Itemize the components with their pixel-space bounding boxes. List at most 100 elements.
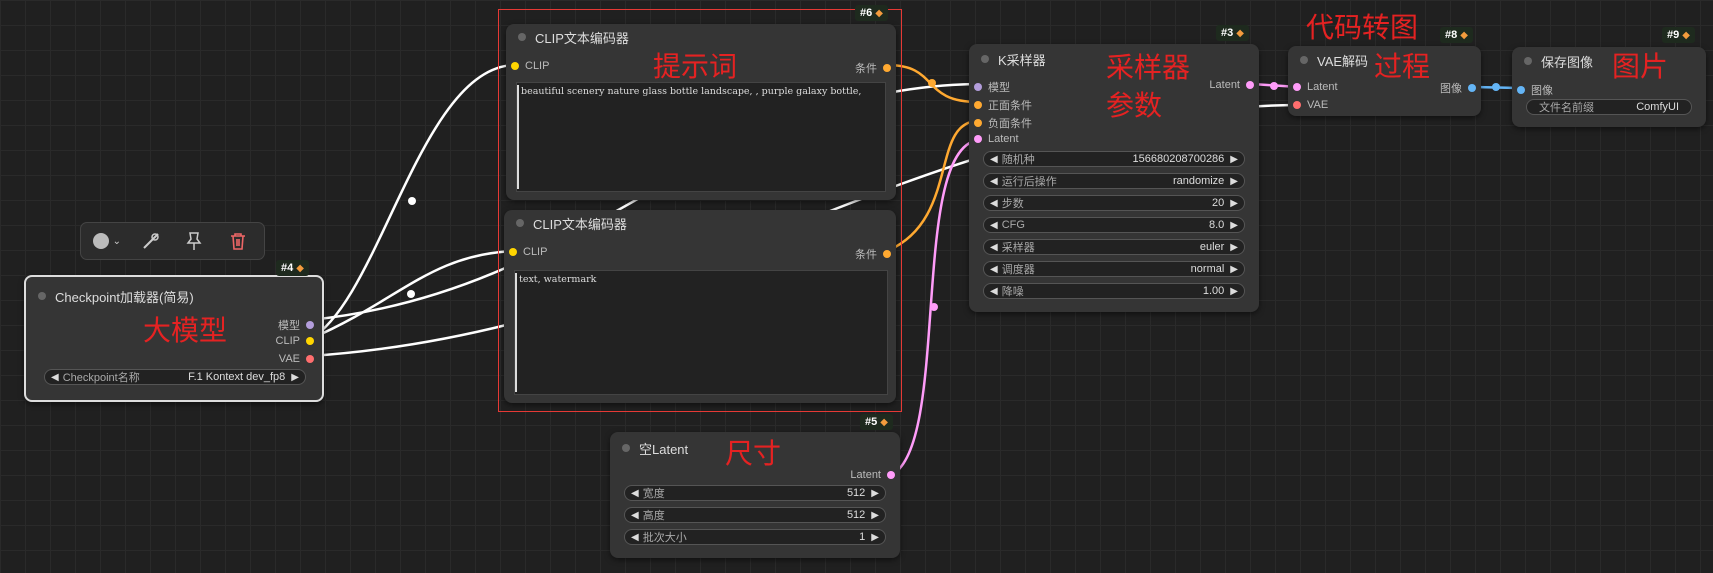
save-image-node[interactable]: 保存图像 图像 文件名前缀 ComfyUI	[1512, 47, 1706, 127]
slot-dot-icon	[887, 471, 895, 479]
arrow-right-icon[interactable]: ▶	[1230, 220, 1238, 231]
annotation-sampler-1: 采样器	[1106, 51, 1191, 84]
arrow-right-icon[interactable]: ▶	[1230, 264, 1238, 275]
delete-button[interactable]	[221, 226, 255, 256]
node-id-badge: #6 ◆	[855, 5, 888, 21]
node-title-bar[interactable]: CLIP文本编码器	[506, 24, 896, 50]
input-slot-clip[interactable]: CLIP	[509, 246, 547, 258]
node-title-bar[interactable]: 保存图像	[1512, 48, 1706, 74]
scheduler-widget[interactable]: ◀ 调度器 normal ▶	[983, 261, 1245, 277]
arrow-left-icon[interactable]: ◀	[990, 154, 998, 165]
input-slot-latent[interactable]: Latent	[974, 133, 1019, 145]
collapse-dot-icon[interactable]	[1300, 56, 1308, 64]
annotation-decode-1: 代码转图	[1306, 11, 1419, 44]
node-title-bar[interactable]: CLIP文本编码器	[504, 210, 896, 236]
input-slot-image[interactable]: 图像	[1517, 82, 1553, 98]
node-title: CLIP文本编码器	[533, 216, 627, 232]
slot-dot-icon	[1293, 83, 1301, 91]
collapse-dot-icon[interactable]	[516, 219, 524, 227]
node-title: VAE解码	[1317, 53, 1369, 69]
arrow-right-icon[interactable]: ▶	[1230, 286, 1238, 297]
ksampler-node[interactable]: K采样器 模型 正面条件 负面条件 Latent Latent ◀ 随机种 15…	[969, 44, 1259, 312]
node-id-badge: #9 ◆	[1662, 27, 1695, 43]
arrow-right-icon[interactable]: ▶	[1230, 242, 1238, 253]
cfg-widget[interactable]: ◀ CFG 8.0 ▶	[983, 217, 1245, 233]
input-slot-vae[interactable]: VAE	[1293, 99, 1328, 111]
input-slot-positive[interactable]: 正面条件	[974, 97, 1032, 113]
output-slot-conditioning[interactable]: 条件	[855, 60, 891, 76]
node-title-bar[interactable]: Checkpoint加载器(简易)	[26, 283, 322, 309]
input-slot-model[interactable]: 模型	[974, 79, 1010, 95]
input-slot-latent[interactable]: Latent	[1293, 81, 1338, 93]
arrow-left-icon[interactable]: ◀	[631, 532, 639, 543]
fox-icon: ◆	[880, 416, 888, 428]
denoise-widget[interactable]: ◀ 降噪 1.00 ▶	[983, 283, 1245, 299]
node-title: CLIP文本编码器	[535, 30, 629, 46]
arrow-left-icon[interactable]: ◀	[990, 220, 998, 231]
arrow-left-icon[interactable]: ◀	[990, 242, 998, 253]
fox-icon: ◆	[1236, 27, 1244, 39]
wire-clip-negative	[309, 249, 514, 341]
slot-dot-icon	[974, 83, 982, 91]
arrow-left-icon[interactable]: ◀	[990, 176, 998, 187]
arrow-left-icon[interactable]: ◀	[51, 372, 59, 383]
fox-icon: ◆	[875, 7, 883, 19]
output-slot-latent[interactable]: Latent	[850, 469, 895, 481]
arrow-left-icon[interactable]: ◀	[990, 264, 998, 275]
arrow-left-icon[interactable]: ◀	[990, 286, 998, 297]
control-after-generate-widget[interactable]: ◀ 运行后操作 randomize ▶	[983, 173, 1245, 189]
collapse-dot-icon[interactable]	[1524, 57, 1532, 65]
color-picker-button[interactable]: ⌄	[90, 226, 124, 256]
positive-prompt-textarea[interactable]: beautiful scenery nature glass bottle la…	[516, 82, 886, 192]
slot-dot-icon	[509, 248, 517, 256]
output-slot-model[interactable]: 模型	[278, 317, 314, 333]
filename-prefix-widget[interactable]: 文件名前缀 ComfyUI	[1526, 99, 1692, 115]
arrow-right-icon[interactable]: ▶	[1230, 176, 1238, 187]
collapse-dot-icon[interactable]	[38, 292, 46, 300]
slot-dot-icon	[1293, 101, 1301, 109]
trash-icon	[231, 233, 246, 250]
input-slot-negative[interactable]: 负面条件	[974, 115, 1032, 131]
slot-dot-icon	[306, 337, 314, 345]
node-id-badge: #4 ◆	[276, 260, 309, 276]
collapse-dot-icon[interactable]	[981, 55, 989, 63]
arrow-right-icon[interactable]: ▶	[1230, 198, 1238, 209]
pin-button[interactable]	[177, 226, 211, 256]
output-slot-image[interactable]: 图像	[1440, 80, 1476, 96]
arrow-left-icon[interactable]: ◀	[631, 510, 639, 521]
output-slot-clip[interactable]: CLIP	[276, 335, 314, 347]
bypass-button[interactable]	[134, 226, 168, 256]
node-id-badge: #3 ◆	[1216, 25, 1249, 41]
output-slot-conditioning[interactable]: 条件	[855, 246, 891, 262]
arrow-left-icon[interactable]: ◀	[990, 198, 998, 209]
pin-icon	[186, 232, 202, 250]
batch-size-widget[interactable]: ◀ 批次大小 1 ▶	[624, 529, 886, 545]
arrow-right-icon[interactable]: ▶	[291, 372, 299, 383]
negative-prompt-textarea[interactable]: text, watermark	[514, 270, 888, 395]
arrow-left-icon[interactable]: ◀	[631, 488, 639, 499]
input-slot-clip[interactable]: CLIP	[511, 60, 549, 72]
node-toolbar: ⌄	[80, 222, 265, 260]
fox-icon: ◆	[1460, 29, 1468, 41]
output-slot-vae[interactable]: VAE	[279, 353, 314, 365]
annotation-decode-2: 过程	[1374, 50, 1431, 83]
width-widget[interactable]: ◀ 宽度 512 ▶	[624, 485, 886, 501]
arrow-right-icon[interactable]: ▶	[871, 532, 879, 543]
checkpoint-name-combo[interactable]: ◀ Checkpoint名称 F.1 Kontext dev_fp8 ▶	[44, 369, 306, 385]
sampler-name-widget[interactable]: ◀ 采样器 euler ▶	[983, 239, 1245, 255]
slot-dot-icon	[974, 101, 982, 109]
arrow-right-icon[interactable]: ▶	[871, 510, 879, 521]
collapse-dot-icon[interactable]	[622, 444, 630, 452]
annotation-size: 尺寸	[725, 437, 782, 470]
annotation-prompt: 提示词	[653, 50, 738, 83]
arrow-right-icon[interactable]: ▶	[1230, 154, 1238, 165]
clip-text-encode-negative-node[interactable]: CLIP文本编码器 CLIP 条件 text, watermark	[504, 210, 896, 403]
slot-dot-icon	[974, 135, 982, 143]
arrow-right-icon[interactable]: ▶	[871, 488, 879, 499]
seed-widget[interactable]: ◀ 随机种 156680208700286 ▶	[983, 151, 1245, 167]
height-widget[interactable]: ◀ 高度 512 ▶	[624, 507, 886, 523]
steps-widget[interactable]: ◀ 步数 20 ▶	[983, 195, 1245, 211]
chevron-down-icon: ⌄	[112, 235, 122, 247]
collapse-dot-icon[interactable]	[518, 33, 526, 41]
output-slot-latent[interactable]: Latent	[1209, 79, 1254, 91]
